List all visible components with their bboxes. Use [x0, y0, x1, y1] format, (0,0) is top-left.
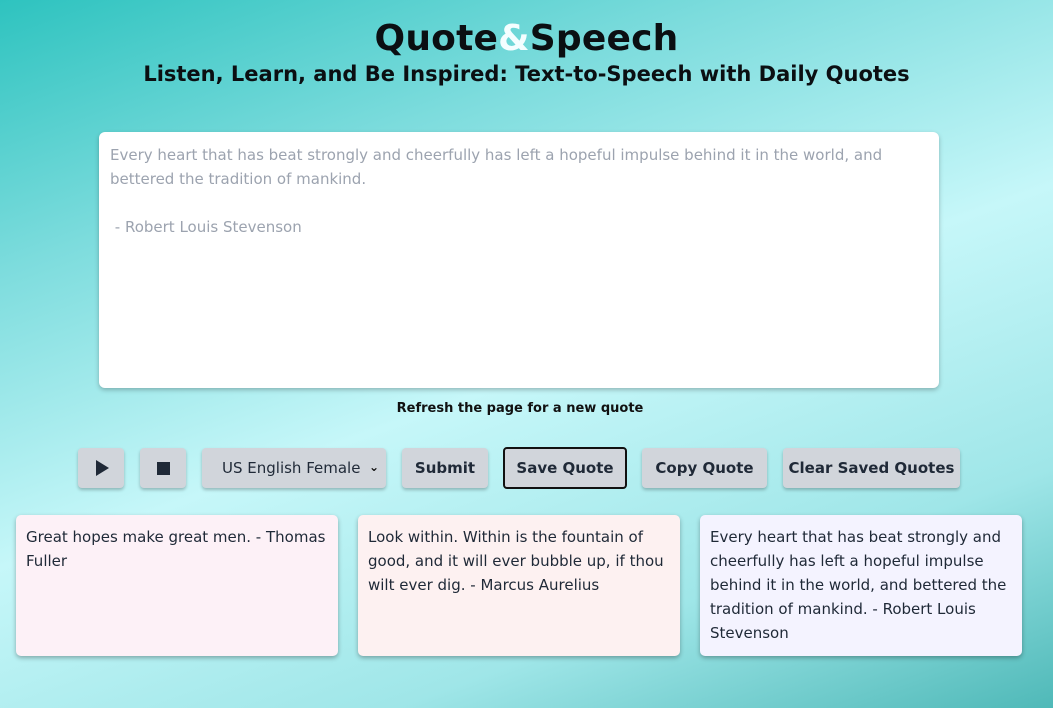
play-button[interactable] — [78, 448, 124, 488]
title-part-quote: Quote — [374, 18, 499, 59]
refresh-hint: Refresh the page for a new quote — [396, 401, 644, 416]
app-title: Quote&Speech — [0, 18, 1053, 60]
saved-quote-text: Look within. Within is the fountain of g… — [368, 528, 664, 594]
saved-quote-card: Great hopes make great men. - Thomas Ful… — [16, 515, 338, 656]
saved-quote-card: Look within. Within is the fountain of g… — [358, 515, 680, 656]
submit-button[interactable]: Submit — [402, 448, 488, 488]
save-quote-button[interactable]: Save Quote — [503, 447, 627, 489]
stop-button[interactable] — [140, 448, 186, 488]
saved-quote-text: Every heart that has beat strongly and c… — [710, 528, 1007, 642]
controls-bar: US English Female ⌄ Submit Save Quote Co… — [0, 447, 1053, 490]
app-subtitle: Listen, Learn, and Be Inspired: Text-to-… — [143, 62, 910, 86]
clear-saved-quotes-button[interactable]: Clear Saved Quotes — [783, 448, 960, 488]
voice-select-value: US English Female — [222, 459, 361, 477]
title-part-speech: Speech — [529, 18, 679, 59]
play-icon — [95, 460, 109, 476]
title-ampersand: & — [498, 18, 530, 59]
copy-quote-button[interactable]: Copy Quote — [642, 448, 767, 488]
chevron-down-icon: ⌄ — [368, 460, 379, 474]
saved-quote-card: Every heart that has beat strongly and c… — [700, 515, 1022, 656]
quote-textarea-text: Every heart that has beat strongly and c… — [110, 146, 883, 236]
page-header: Quote&Speech Listen, Learn, and Be Inspi… — [0, 18, 1053, 88]
quote-textarea[interactable]: Every heart that has beat strongly and c… — [99, 132, 939, 388]
voice-select[interactable]: US English Female ⌄ — [202, 448, 386, 488]
stop-icon — [156, 461, 170, 475]
saved-quote-text: Great hopes make great men. - Thomas Ful… — [26, 528, 326, 570]
